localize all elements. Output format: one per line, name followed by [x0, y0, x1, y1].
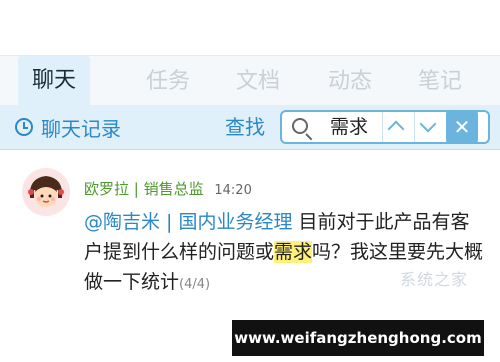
tab-chat[interactable]: 聊天 [18, 56, 91, 106]
history-toolbar: 聊天记录 查找 需求 ✕ [0, 105, 500, 150]
girl-avatar-icon [22, 168, 70, 216]
chat-history-label: 聊天记录 [41, 116, 121, 141]
search-input[interactable]: 需求 [330, 112, 368, 142]
tab-activity[interactable]: 动态 [328, 66, 372, 98]
website-banner: www.weifangzhenghong.com [232, 320, 484, 356]
chat-history-button[interactable]: 聊天记录 [15, 113, 121, 141]
message-counter: (4/4) [179, 277, 211, 292]
message-time: 14:20 [214, 183, 252, 198]
tab-docs[interactable]: 文档 [236, 66, 280, 98]
avatar[interactable] [22, 168, 70, 216]
tab-notes[interactable]: 笔记 [418, 66, 462, 98]
next-result-button[interactable] [414, 112, 443, 142]
clock-icon [15, 118, 33, 136]
close-search-button[interactable]: ✕ [446, 110, 478, 144]
search-highlight: 需求 [274, 241, 313, 263]
search-icon [292, 118, 308, 134]
message-header: 欧罗拉 | 销售总监 14:20 [84, 178, 252, 200]
chevron-up-icon [387, 120, 405, 138]
tab-bar: 聊天 任务 文档 动态 笔记 [0, 55, 500, 106]
chevron-down-icon [419, 115, 437, 133]
previous-result-button[interactable] [382, 112, 411, 142]
watermark: 系统之家 [400, 270, 469, 289]
tab-tasks[interactable]: 任务 [146, 66, 190, 98]
find-label: 查找 [225, 115, 265, 139]
sender-name[interactable]: 欧罗拉 | 销售总监 [84, 180, 204, 198]
mention-link[interactable]: @陶吉米 | 国内业务经理 [84, 211, 292, 233]
